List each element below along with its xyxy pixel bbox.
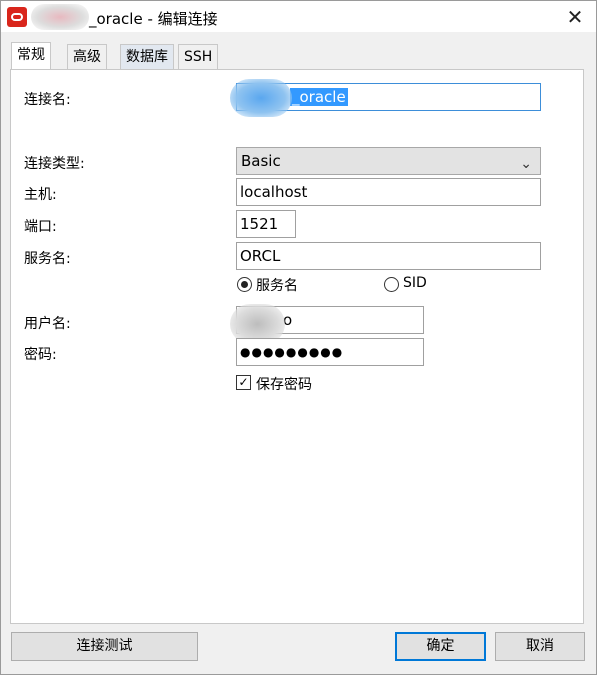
tab-general[interactable]: 常规: [11, 42, 51, 69]
tab-advanced[interactable]: 高级: [67, 44, 107, 69]
chevron-down-icon: ⌄: [520, 156, 532, 172]
ok-button[interactable]: 确定: [395, 632, 486, 661]
host-field[interactable]: localhost: [236, 178, 541, 206]
close-icon[interactable]: ✕: [561, 4, 589, 30]
connection-type-value: Basic: [241, 152, 281, 170]
connection-type-label: 连接类型:: [24, 156, 85, 172]
radio-service-name[interactable]: [237, 277, 252, 292]
radio-sid-label: SID: [403, 275, 427, 291]
host-label: 主机:: [24, 187, 57, 203]
tab-database[interactable]: 数据库: [120, 44, 174, 69]
connection-type-select[interactable]: Basic ⌄: [236, 147, 541, 175]
connection-name-label: 连接名:: [24, 92, 71, 108]
password-label: 密码:: [24, 347, 57, 363]
service-name-field[interactable]: ORCL: [236, 242, 541, 270]
port-label: 端口:: [24, 219, 57, 235]
cancel-button[interactable]: 取消: [495, 632, 585, 661]
radio-sid[interactable]: [384, 277, 399, 292]
port-field[interactable]: 1521: [236, 210, 296, 238]
save-password-label: 保存密码: [256, 377, 312, 393]
tab-ssh[interactable]: SSH: [178, 44, 219, 69]
radio-service-name-label: 服务名: [256, 278, 298, 294]
oracle-app-icon: [7, 7, 27, 27]
save-password-checkbox[interactable]: ✓: [236, 375, 251, 390]
connection-name-selected-text: _oracle: [290, 88, 348, 106]
password-field[interactable]: ●●●●●●●●●: [236, 338, 424, 366]
redacted-connection-name-prefix: [230, 79, 292, 117]
window-title: _oracle - 编辑连接: [89, 10, 218, 28]
username-label: 用户名:: [24, 316, 71, 332]
service-name-label: 服务名:: [24, 251, 71, 267]
title-bar[interactable]: _oracle - 编辑连接 ✕: [1, 1, 596, 32]
test-connection-button[interactable]: 连接测试: [11, 632, 198, 661]
redacted-title-prefix: [31, 4, 89, 30]
